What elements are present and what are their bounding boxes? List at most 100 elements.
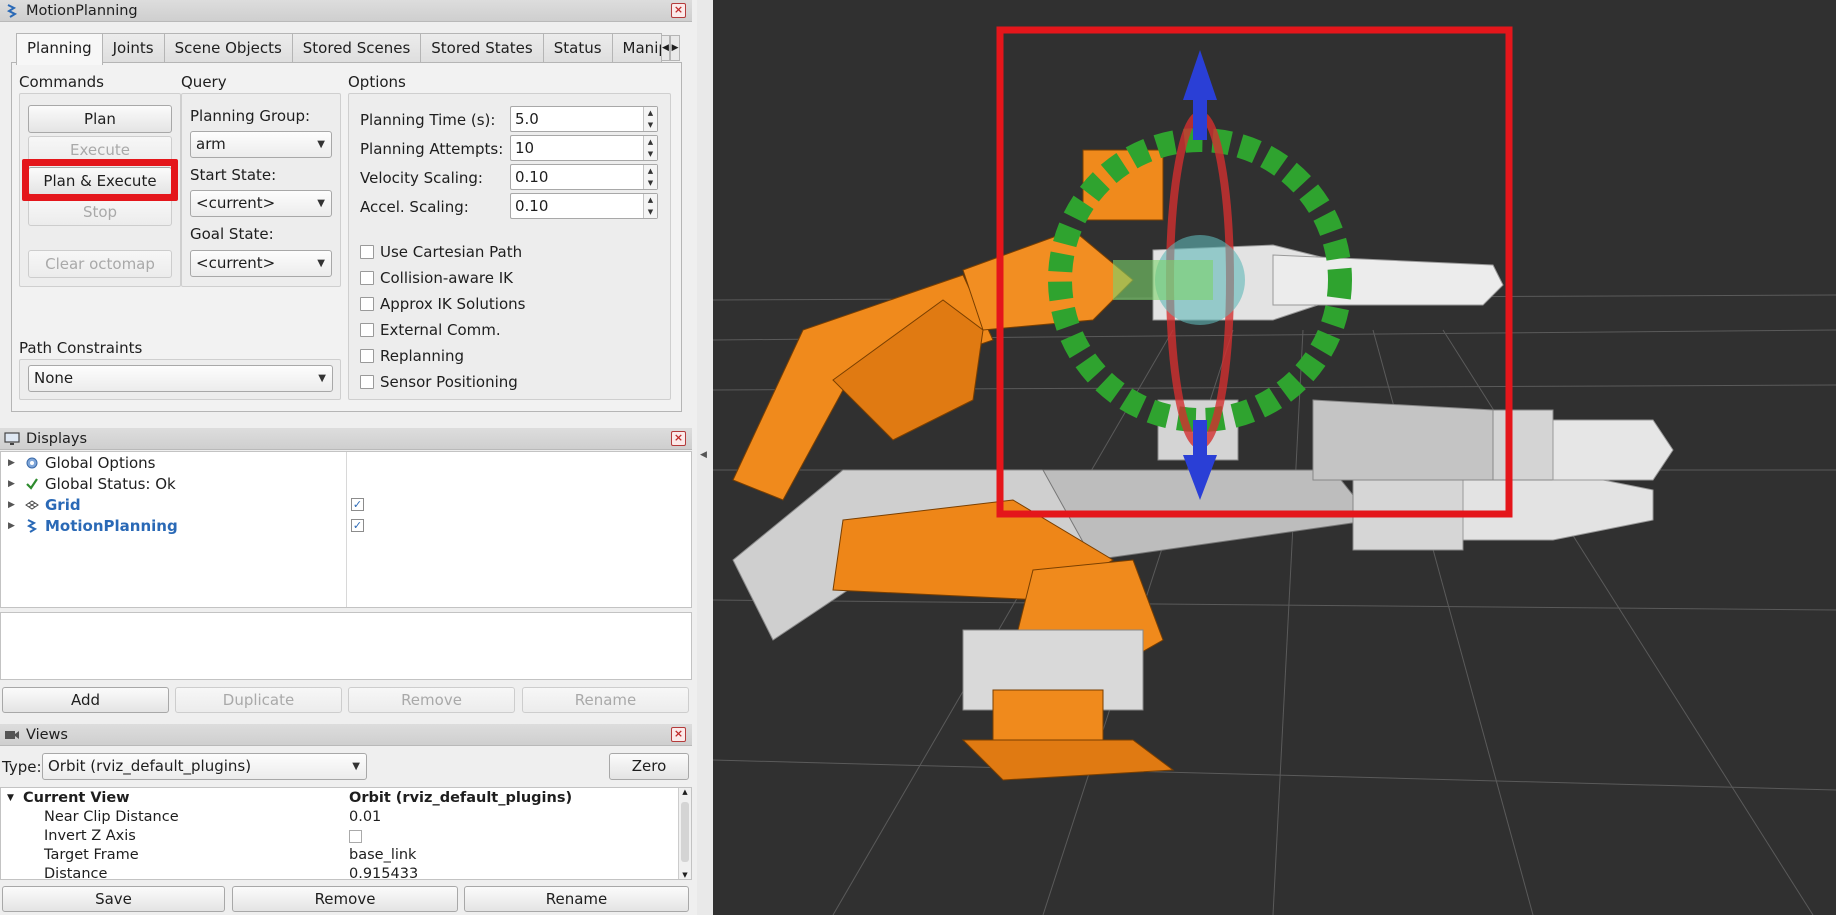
tab-scroll-left-icon[interactable]: ◀: [660, 35, 671, 61]
scrollbar-thumb[interactable]: [681, 802, 689, 862]
start-state-select[interactable]: <current> ▼: [190, 190, 332, 217]
tab-planning[interactable]: Planning: [16, 33, 103, 65]
checkbox-box[interactable]: [360, 349, 374, 363]
property-row[interactable]: Near Clip Distance 0.01: [1, 808, 677, 827]
path-constraints-label: Path Constraints: [19, 339, 143, 357]
tree-label: Global Options: [45, 454, 156, 472]
sensor-positioning-checkbox[interactable]: Sensor Positioning: [360, 373, 518, 391]
views-title: Views: [26, 726, 68, 743]
planning-time-value: 5.0: [515, 110, 539, 128]
planning-attempts-spinbox[interactable]: 10 ▲ ▼: [510, 135, 658, 161]
vertical-scrollbar[interactable]: ▲ ▼: [678, 788, 691, 879]
checkbox-label: Use Cartesian Path: [380, 243, 523, 261]
scroll-down-icon[interactable]: ▼: [679, 871, 691, 879]
planning-attempts-value: 10: [515, 139, 535, 157]
tree-row-global-options[interactable]: ▶ Global Options: [1, 453, 691, 473]
current-view-row[interactable]: ▼ Current View Orbit (rviz_default_plugi…: [1, 789, 677, 808]
planning-time-label: Planning Time (s):: [360, 111, 496, 129]
displays-titlebar: Displays ×: [0, 428, 692, 450]
motion-planning-icon: [24, 518, 40, 534]
external-comm-checkbox[interactable]: External Comm.: [360, 321, 501, 339]
options-label: Options: [348, 73, 406, 91]
checkbox-box[interactable]: [360, 297, 374, 311]
chevron-down-icon: ▼: [317, 258, 325, 269]
spin-arrows-icon[interactable]: ▲ ▼: [643, 165, 657, 189]
stop-button[interactable]: Stop: [28, 198, 172, 226]
tree-label: MotionPlanning: [45, 517, 178, 535]
checkbox-box[interactable]: [360, 245, 374, 259]
tab-stored-states[interactable]: Stored States: [420, 33, 544, 63]
accel-scaling-spinbox[interactable]: 0.10 ▲ ▼: [510, 193, 658, 219]
spin-arrows-icon[interactable]: ▲ ▼: [643, 136, 657, 160]
close-icon[interactable]: ×: [671, 727, 686, 742]
property-value[interactable]: 0.01: [349, 808, 381, 827]
collapse-arrow-icon[interactable]: ▼: [7, 789, 14, 808]
tree-row-motion-planning[interactable]: ▶ MotionPlanning ✓: [1, 516, 691, 536]
spin-arrows-icon[interactable]: ▲ ▼: [643, 194, 657, 218]
collision-aware-ik-checkbox[interactable]: Collision-aware IK: [360, 269, 513, 287]
rename-view-button[interactable]: Rename: [464, 886, 689, 912]
duplicate-display-button[interactable]: Duplicate: [175, 687, 342, 713]
remove-view-button[interactable]: Remove: [232, 886, 458, 912]
planning-time-spinbox[interactable]: 5.0 ▲ ▼: [510, 106, 658, 132]
planning-group-select[interactable]: arm ▼: [190, 131, 332, 158]
plan-button[interactable]: Plan: [28, 105, 172, 133]
goal-state-select[interactable]: <current> ▼: [190, 250, 332, 277]
view-type-select[interactable]: Orbit (rviz_default_plugins) ▼: [42, 753, 367, 780]
invert-z-checkbox[interactable]: [349, 830, 362, 843]
tab-stored-scenes[interactable]: Stored Scenes: [291, 33, 422, 63]
expand-arrow-icon[interactable]: ▶: [8, 453, 15, 473]
motion-planning-title: MotionPlanning: [26, 2, 138, 19]
rename-display-button[interactable]: Rename: [522, 687, 689, 713]
expand-arrow-icon[interactable]: ▶: [8, 495, 15, 515]
spin-arrows-icon[interactable]: ▲ ▼: [643, 107, 657, 131]
left-panel: MotionPlanning × Planning Joints Scene O…: [0, 0, 713, 915]
tab-scroll-right-icon[interactable]: ▶: [670, 35, 680, 61]
current-view-label: Current View: [23, 790, 130, 806]
tab-manipulation[interactable]: Manipul: [611, 33, 662, 63]
query-label: Query: [181, 73, 227, 91]
rviz-3d-viewport[interactable]: [713, 0, 1836, 915]
property-row[interactable]: Target Frame base_link: [1, 846, 677, 865]
replanning-checkbox[interactable]: Replanning: [360, 347, 464, 365]
motion-planning-titlebar: MotionPlanning ×: [0, 0, 692, 22]
tree-row-global-status[interactable]: ▶ Global Status: Ok: [1, 474, 691, 494]
tab-status[interactable]: Status: [542, 33, 613, 63]
close-icon[interactable]: ×: [671, 3, 686, 18]
tab-joints[interactable]: Joints: [101, 33, 165, 63]
approx-ik-checkbox[interactable]: Approx IK Solutions: [360, 295, 525, 313]
add-display-button[interactable]: Add: [2, 687, 169, 713]
close-icon[interactable]: ×: [671, 431, 686, 446]
checkbox-box[interactable]: [360, 323, 374, 337]
expand-arrow-icon[interactable]: ▶: [8, 516, 15, 536]
zero-button[interactable]: Zero: [609, 753, 689, 780]
grid-enabled-checkbox[interactable]: ✓: [351, 498, 364, 511]
velocity-scaling-spinbox[interactable]: 0.10 ▲ ▼: [510, 164, 658, 190]
planning-group-label: Planning Group:: [190, 107, 311, 125]
expand-arrow-icon[interactable]: ▶: [8, 474, 15, 494]
view-type-value: Orbit (rviz_default_plugins): [48, 757, 252, 775]
checkbox-box[interactable]: [360, 375, 374, 389]
motion-planning-enabled-checkbox[interactable]: ✓: [351, 519, 364, 532]
tab-scene-objects[interactable]: Scene Objects: [163, 33, 293, 63]
remove-display-button[interactable]: Remove: [348, 687, 515, 713]
tree-row-grid[interactable]: ▶ Grid ✓: [1, 495, 691, 515]
property-value[interactable]: 0.915433: [349, 865, 418, 879]
chevron-down-icon: ▼: [352, 761, 360, 772]
start-state-label: Start State:: [190, 166, 277, 184]
clear-octomap-button[interactable]: Clear octomap: [28, 250, 172, 278]
collapse-panel-icon[interactable]: ◀: [700, 450, 707, 460]
use-cartesian-path-checkbox[interactable]: Use Cartesian Path: [360, 243, 522, 261]
scroll-up-icon[interactable]: ▲: [679, 788, 691, 796]
property-row[interactable]: Distance 0.915433: [1, 865, 677, 879]
save-view-button[interactable]: Save: [2, 886, 225, 912]
property-value[interactable]: base_link: [349, 846, 416, 865]
panel-splitter[interactable]: ◀: [697, 0, 713, 915]
checkbox-box[interactable]: [360, 271, 374, 285]
path-constraints-select[interactable]: None ▼: [28, 365, 333, 392]
view-type-label: Type:: [2, 758, 42, 776]
gear-icon: [24, 455, 40, 471]
path-constraints-value: None: [34, 369, 74, 387]
planning-attempts-label: Planning Attempts:: [360, 140, 504, 158]
property-row[interactable]: Invert Z Axis: [1, 827, 677, 846]
